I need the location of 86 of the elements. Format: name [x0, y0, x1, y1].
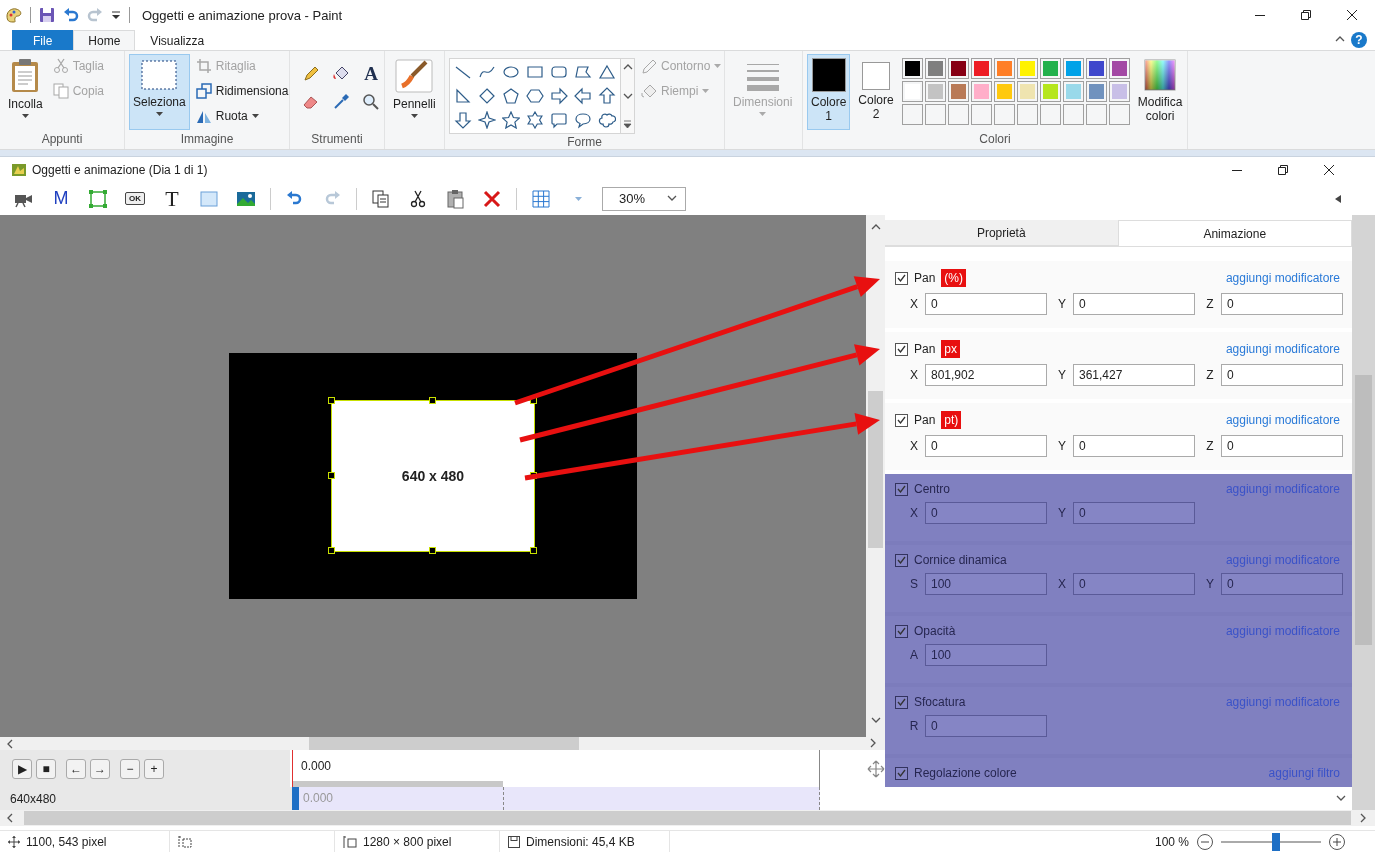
group-label: Strumenti: [310, 131, 364, 148]
input-field[interactable]: 0: [1221, 364, 1343, 386]
field-label: Z: [1205, 439, 1215, 453]
timeline-button[interactable]: −: [120, 758, 140, 779]
time-label: 0.000: [301, 759, 332, 773]
toolbar-button[interactable]: T: [159, 185, 185, 212]
input-field[interactable]: 0: [1073, 502, 1195, 524]
input-field[interactable]: 0: [925, 293, 1047, 315]
section-title: Pan: [914, 271, 936, 285]
button-icon: OK: [125, 192, 145, 205]
help-button[interactable]: ?: [1351, 32, 1367, 48]
ribbon-button[interactable]: Ruota: [193, 104, 291, 127]
input-field[interactable]: 100: [925, 644, 1047, 666]
add-modifier-link[interactable]: aggiungi modificatore: [1225, 271, 1340, 285]
input-field[interactable]: 0: [1221, 293, 1343, 315]
track-label: 640x480: [0, 787, 292, 810]
toolbar-button[interactable]: OK: [122, 185, 148, 212]
file-menu-button[interactable]: File: [12, 30, 74, 50]
field-label: S: [909, 577, 919, 591]
add-modifier-link[interactable]: aggiungi modificatore: [1225, 413, 1340, 427]
unit-label: (%): [941, 269, 967, 287]
field-label: X: [909, 297, 919, 311]
paste-button[interactable]: Incolla: [4, 54, 47, 130]
input-field[interactable]: 0: [925, 502, 1047, 524]
text-tool-button[interactable]: A: [358, 62, 384, 86]
timeline-button[interactable]: ←: [66, 758, 86, 779]
ribbon-tab[interactable]: Home: [73, 30, 136, 50]
status-text: Dimensioni: 45,4 KB: [526, 835, 635, 849]
panel-tab[interactable]: Animazione: [1117, 220, 1352, 246]
group-label: Forme: [566, 134, 603, 150]
field-label: X: [1057, 577, 1067, 591]
group-label: Colori: [978, 131, 1012, 148]
section-title: Opacità: [914, 624, 956, 638]
section-title: Centro: [914, 482, 951, 496]
timeline-button[interactable]: →: [90, 758, 110, 779]
field-label: Y: [1205, 577, 1215, 591]
unit-label: px: [941, 340, 961, 358]
select-button[interactable]: Seleziona: [129, 54, 190, 130]
input-field[interactable]: 0: [1073, 435, 1195, 457]
ribbon-button[interactable]: Ridimensiona: [193, 79, 291, 102]
toolbar-button[interactable]: M: [48, 185, 74, 212]
input-field[interactable]: 0: [1221, 573, 1343, 595]
field-label: X: [909, 506, 919, 520]
field-label: X: [909, 368, 919, 382]
field-label: Y: [1057, 368, 1067, 382]
field-label: Y: [1057, 506, 1067, 520]
input-field[interactable]: 801,902: [925, 364, 1047, 386]
zoom-dropdown[interactable]: 30%: [602, 186, 686, 211]
timeline-button[interactable]: +: [144, 758, 164, 779]
input-field[interactable]: 0: [1073, 293, 1195, 315]
input-field[interactable]: 0: [1073, 573, 1195, 595]
zoom-level: 100 %: [1154, 835, 1189, 849]
input-field[interactable]: 361,427: [1073, 364, 1195, 386]
timeline-button[interactable]: ■: [36, 758, 56, 779]
field-label: Z: [1205, 368, 1215, 382]
window-title: Oggetti e animazione prova - Paint: [142, 7, 343, 23]
field-label: R: [909, 719, 919, 733]
field-label: Y: [1057, 439, 1067, 453]
input-field[interactable]: 0: [925, 435, 1047, 457]
field-label: Y: [1057, 297, 1067, 311]
color-slot-button[interactable]: Colore 2: [854, 54, 898, 130]
section-title: Pan: [914, 413, 936, 427]
object-label: 640 x 480: [401, 468, 465, 484]
section-title: Sfocatura: [914, 695, 966, 709]
timeline-button[interactable]: ▶: [12, 758, 32, 779]
add-modifier-link[interactable]: aggiungi modificatore: [1225, 342, 1340, 356]
ribbon-tab[interactable]: Visualizza: [135, 30, 220, 50]
field-label: Z: [1205, 297, 1215, 311]
group-label: Appunti: [40, 131, 84, 148]
input-field[interactable]: 0: [1221, 435, 1343, 457]
status-text: 1100, 543 pixel: [26, 835, 107, 849]
brushes-button[interactable]: Pennelli: [389, 54, 440, 130]
document-title: Oggetti e animazione (Dia 1 di 1): [32, 162, 208, 177]
panel-tab[interactable]: Proprietà: [885, 220, 1118, 246]
section-title: Pan: [914, 342, 936, 356]
field-label: A: [909, 648, 919, 662]
unit-label: pt): [941, 411, 962, 429]
section-title: Regolazione colore: [914, 766, 1017, 780]
input-field[interactable]: 0: [925, 715, 1047, 737]
input-field[interactable]: 100: [925, 573, 1047, 595]
color-slot-button[interactable]: Colore 1: [807, 54, 851, 130]
field-label: X: [909, 439, 919, 453]
group-label: Immagine: [179, 131, 235, 148]
section-title: Cornice dinamica: [914, 553, 1007, 567]
status-text: 1280 × 800 pixel: [363, 835, 452, 849]
edit-colors-button[interactable]: Modifica colori: [1133, 54, 1187, 130]
